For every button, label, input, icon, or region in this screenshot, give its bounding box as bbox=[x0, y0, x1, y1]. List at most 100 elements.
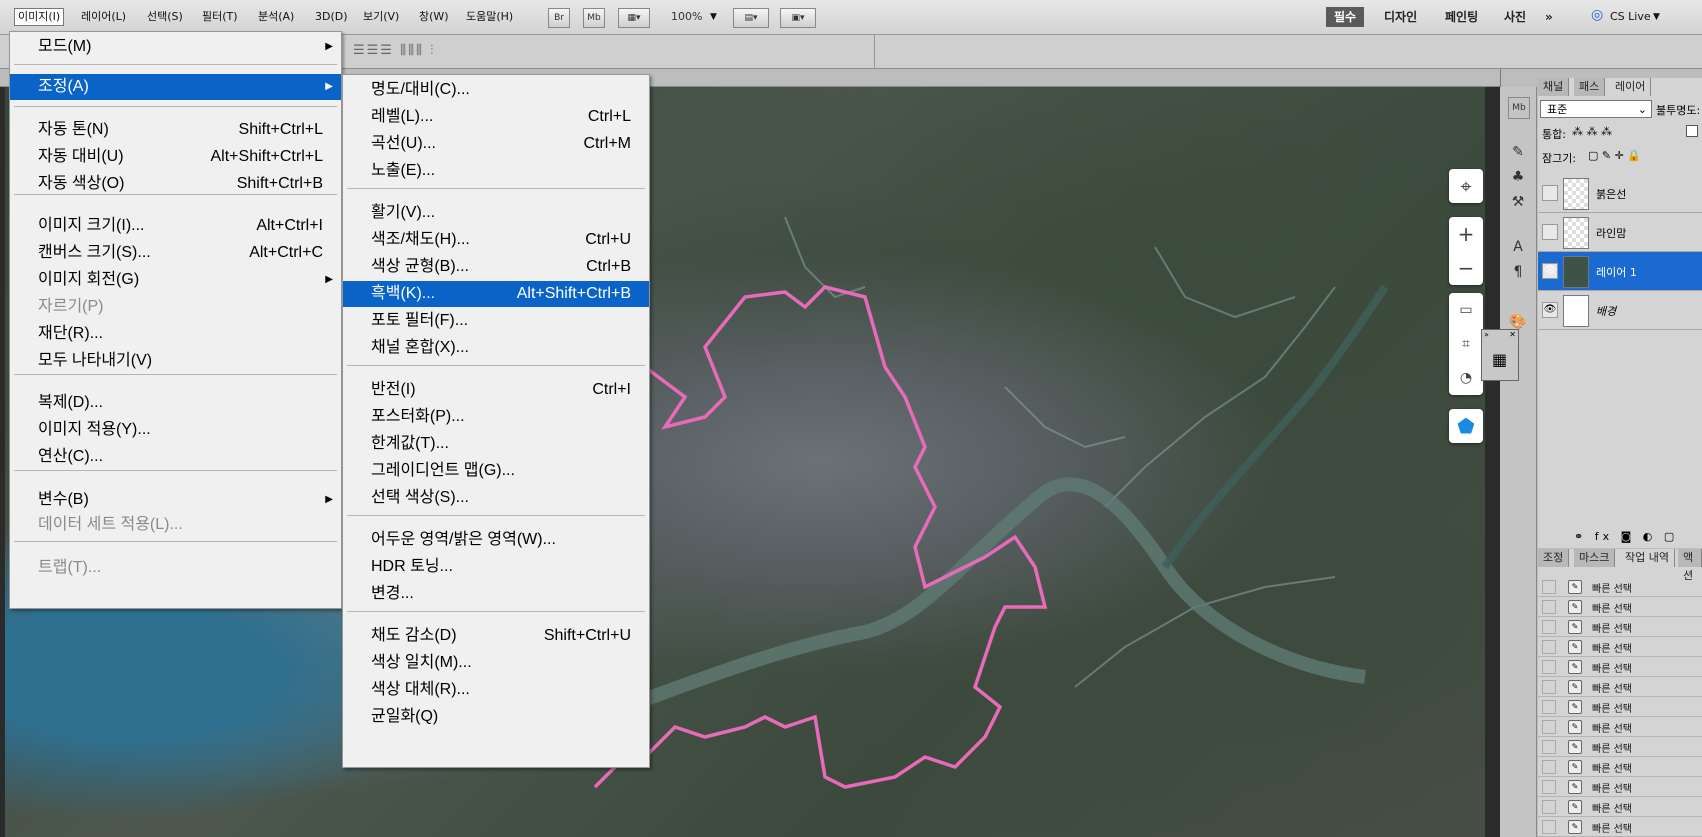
history-item[interactable]: ✎ 빠른 선택 bbox=[1538, 717, 1702, 737]
brush-icon[interactable]: ✎ bbox=[1508, 142, 1528, 162]
menu-item-복제[interactable]: 복제(D)... bbox=[10, 390, 341, 416]
workspace-photo[interactable]: 사진 bbox=[1496, 7, 1534, 27]
tool-presets-icon[interactable]: ⚒ bbox=[1508, 192, 1528, 212]
tab-layers[interactable]: 레이어 bbox=[1610, 78, 1652, 96]
tab-masks[interactable]: 마스크 bbox=[1574, 549, 1616, 567]
layer-actions-icons[interactable]: ⚭ fx ◙ ◐ ▢ bbox=[1574, 530, 1678, 543]
map-pin-button[interactable]: ⬟ bbox=[1449, 409, 1483, 443]
menu-3d[interactable]: 3D(D) bbox=[312, 9, 351, 25]
menu-select[interactable]: 선택(S) bbox=[144, 9, 186, 25]
screen-mode-icon[interactable]: ▣▾ bbox=[780, 8, 816, 28]
history-item[interactable]: ✎ 빠른 선택 bbox=[1538, 637, 1702, 657]
menu-item-명도/대비[interactable]: 명도/대비(C)... bbox=[343, 77, 649, 103]
area-icon[interactable]: ⌗ bbox=[1449, 327, 1483, 361]
snapshot-source-box[interactable] bbox=[1542, 800, 1556, 814]
expand-icon[interactable]: » bbox=[1484, 330, 1489, 339]
menu-view[interactable]: 보기(V) bbox=[360, 9, 402, 25]
workspace-essentials[interactable]: 필수 bbox=[1326, 7, 1365, 27]
menu-item-이미지-적용[interactable]: 이미지 적용(Y)... bbox=[10, 417, 341, 443]
unify-icons[interactable]: ⁂ ⁂ ⁂ bbox=[1572, 125, 1612, 138]
menu-item-연산[interactable]: 연산(C)... bbox=[10, 444, 341, 470]
tab-actions[interactable]: 액션 bbox=[1678, 549, 1702, 582]
menu-item-반전[interactable]: 반전(I) Ctrl+I bbox=[343, 377, 649, 403]
tab-paths[interactable]: 패스 bbox=[1574, 78, 1606, 96]
history-item[interactable]: ✎ 빠른 선택 bbox=[1538, 817, 1702, 837]
menu-item-변수[interactable]: 변수(B) ▶ bbox=[10, 487, 341, 513]
history-item[interactable]: ✎ 빠른 선택 bbox=[1538, 797, 1702, 817]
layer-row[interactable]: 붉은선 bbox=[1538, 174, 1702, 213]
menu-item-활기[interactable]: 활기(V)... bbox=[343, 200, 649, 226]
layer-row-selected[interactable]: 👁 레이어 1 bbox=[1538, 252, 1702, 291]
tab-history[interactable]: 작업 내역 bbox=[1620, 549, 1675, 567]
grid-panel-icon[interactable]: ▦ bbox=[1492, 350, 1507, 369]
propagate-checkbox[interactable] bbox=[1686, 125, 1698, 137]
zoom-out-icon[interactable]: − bbox=[1449, 251, 1483, 285]
history-item[interactable]: ✎ 빠른 선택 bbox=[1538, 577, 1702, 597]
menu-item-HDR-토닝[interactable]: HDR 토닝... bbox=[343, 554, 649, 580]
menu-item-색조/채도[interactable]: 색조/채도(H)... Ctrl+U bbox=[343, 227, 649, 253]
menu-image[interactable]: 이미지(I) bbox=[14, 8, 65, 26]
menu-window[interactable]: 창(W) bbox=[416, 9, 452, 25]
menu-item-이미지-크기[interactable]: 이미지 크기(I)... Alt+Ctrl+I bbox=[10, 213, 341, 239]
eye-icon[interactable]: 👁 bbox=[1542, 302, 1558, 318]
locate-button[interactable]: ⌖ bbox=[1449, 169, 1483, 203]
menu-item-포토-필터[interactable]: 포토 필터(F)... bbox=[343, 308, 649, 334]
workspace-painting[interactable]: 페인팅 bbox=[1437, 7, 1486, 27]
snapshot-source-box[interactable] bbox=[1542, 700, 1556, 714]
menu-item-자동-톤[interactable]: 자동 톤(N) Shift+Ctrl+L bbox=[10, 117, 341, 143]
tab-channels[interactable]: 채널 bbox=[1538, 78, 1570, 96]
history-item[interactable]: ✎ 빠른 선택 bbox=[1538, 677, 1702, 697]
align-icons[interactable]: ☰☰☰ ⫼⫼⫼ ⫶ bbox=[353, 43, 435, 58]
chevron-down-icon[interactable]: ▼ bbox=[707, 9, 720, 25]
menu-item-레벨[interactable]: 레벨(L)... Ctrl+L bbox=[343, 104, 649, 130]
lock-icons[interactable]: ▢ ✎ ✛ 🔒 bbox=[1588, 149, 1641, 162]
clone-source-icon[interactable]: ♣ bbox=[1508, 167, 1528, 187]
cs-live-button[interactable]: CS Live bbox=[1607, 9, 1654, 25]
menu-item-재단[interactable]: 재단(R)... bbox=[10, 321, 341, 347]
history-item[interactable]: ✎ 빠른 선택 bbox=[1538, 597, 1702, 617]
visibility-toggle[interactable] bbox=[1542, 185, 1558, 201]
zoom-level[interactable]: 100% bbox=[668, 9, 705, 25]
menu-item-색상-일치[interactable]: 색상 일치(M)... bbox=[343, 650, 649, 676]
menu-item-채도-감소[interactable]: 채도 감소(D) Shift+Ctrl+U bbox=[343, 623, 649, 649]
menu-item-변경[interactable]: 변경... bbox=[343, 581, 649, 607]
compass-icon[interactable]: ◔ bbox=[1449, 361, 1483, 395]
menu-item-조정[interactable]: 조정(A) ▶ bbox=[10, 74, 341, 100]
menu-item-포스터화[interactable]: 포스터화(P)... bbox=[343, 404, 649, 430]
menu-item-곡선[interactable]: 곡선(U)... Ctrl+M bbox=[343, 131, 649, 157]
eye-icon[interactable]: 👁 bbox=[1542, 263, 1558, 279]
menu-item-균일화[interactable]: 균일화(Q) bbox=[343, 704, 649, 730]
mini-bridge-panel-icon[interactable]: Mb bbox=[1508, 97, 1530, 119]
menu-item-색상-균형[interactable]: 색상 균형(B)... Ctrl+B bbox=[343, 254, 649, 280]
menu-item-선택-색상[interactable]: 선택 색상(S)... bbox=[343, 485, 649, 511]
menu-item-흑백[interactable]: 흑백(K)... Alt+Shift+Ctrl+B bbox=[343, 281, 649, 307]
menu-item-색상-대체[interactable]: 색상 대체(R)... bbox=[343, 677, 649, 703]
menu-item-채널-혼합[interactable]: 채널 혼합(X)... bbox=[343, 335, 649, 361]
zoom-in-icon[interactable]: + bbox=[1449, 217, 1483, 251]
snapshot-source-box[interactable] bbox=[1542, 780, 1556, 794]
snapshot-source-box[interactable] bbox=[1542, 620, 1556, 634]
bridge-icon[interactable]: Br bbox=[548, 8, 570, 28]
menu-layer[interactable]: 레이어(L) bbox=[78, 9, 129, 25]
menu-help[interactable]: 도움말(H) bbox=[463, 9, 516, 25]
menu-item-노출[interactable]: 노출(E)... bbox=[343, 158, 649, 184]
snapshot-source-box[interactable] bbox=[1542, 760, 1556, 774]
blend-mode-select[interactable]: 표준 ⌄ bbox=[1540, 100, 1652, 118]
paragraph-icon[interactable]: ¶ bbox=[1508, 262, 1528, 282]
snapshot-source-box[interactable] bbox=[1542, 820, 1556, 834]
more-workspaces-icon[interactable]: » bbox=[1537, 7, 1561, 27]
cs-live-chevron-icon[interactable]: ▼ bbox=[1650, 9, 1663, 25]
menu-item-그레이디언트-맵[interactable]: 그레이디언트 맵(G)... bbox=[343, 458, 649, 484]
close-icon[interactable]: ✕ bbox=[1509, 330, 1516, 339]
menu-item-모두-나타내기[interactable]: 모두 나타내기(V) bbox=[10, 348, 341, 374]
menu-item-한계값[interactable]: 한계값(T)... bbox=[343, 431, 649, 457]
snapshot-source-box[interactable] bbox=[1542, 680, 1556, 694]
arrange-documents-icon[interactable]: ▤▾ bbox=[733, 8, 769, 28]
layer-row[interactable]: 👁 배경 bbox=[1538, 291, 1702, 330]
tab-adjustments[interactable]: 조정 bbox=[1538, 549, 1570, 567]
snapshot-source-box[interactable] bbox=[1542, 740, 1556, 754]
visibility-toggle[interactable] bbox=[1542, 224, 1558, 240]
history-item[interactable]: ✎ 빠른 선택 bbox=[1538, 777, 1702, 797]
history-item[interactable]: ✎ 빠른 선택 bbox=[1538, 697, 1702, 717]
history-item[interactable]: ✎ 빠른 선택 bbox=[1538, 657, 1702, 677]
